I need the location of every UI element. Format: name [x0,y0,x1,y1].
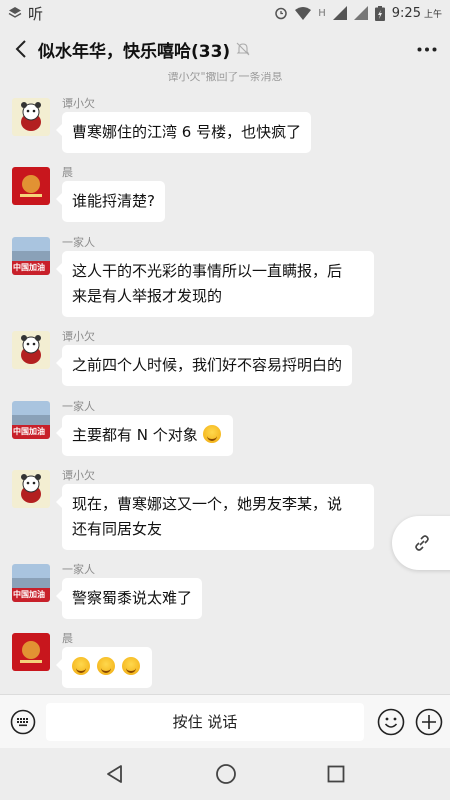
avatar-caption: 中国加油 [13,427,45,436]
alarm-icon [275,7,287,20]
sender-name: 晨 [62,166,73,179]
avatar[interactable] [12,331,50,369]
hold-to-talk-button[interactable]: 按住 说话 [46,702,364,741]
clock-ampm: 上午 [423,9,442,20]
keyboard-icon [10,709,36,734]
chat-area[interactable]: 谭小欠"撤回了一条消息 谭小欠 曹寒娜住的江湾 6 号楼，也快疯了 晨 谁能捋清… [0,72,450,692]
message-bubble[interactable]: 主要都有 N 个对象 [56,415,233,456]
mute-icon [236,42,250,56]
message-bubble[interactable]: 之前四个人时候，我们好不容易捋明白的 [55,345,353,386]
avatar[interactable]: 中国加油 [12,401,50,439]
avatar[interactable] [12,633,50,671]
system-message: 谭小欠"撤回了一条消息 [167,72,283,83]
nav-back-icon[interactable] [105,764,125,784]
message-line: 现在，曹寒娜这又一个，她男友李某，说 [72,495,343,513]
network-type: H [318,7,326,19]
message-line: 来是有人举报才发现的 [72,287,223,305]
message-bubble[interactable]: 现在，曹寒娜这又一个，她男友李某，说 还有同居女友 [56,484,374,550]
sender-name: 一家人 [62,563,95,576]
floating-link-button[interactable] [392,516,450,570]
signal-icon [332,6,347,20]
avatar-caption: 中国加油 [13,263,45,272]
link-icon [415,535,429,551]
signal-2-icon [353,6,368,20]
back-button[interactable] [4,26,38,72]
plus-icon [415,708,443,735]
more-icon [417,47,437,51]
message-line: 还有同居女友 [72,520,163,538]
sender-name: 晨 [62,632,73,645]
flag-avatar-icon [12,167,50,205]
emoji-button[interactable] [372,708,410,736]
avatar-caption: 中国加油 [13,590,45,599]
avatar[interactable]: 中国加油 [12,237,50,275]
smirk-emoji-icon [72,657,90,675]
message-bubble[interactable]: 这人干的不光彩的事情所以一直瞒报，后 来是有人举报才发现的 [56,251,374,317]
nav-recent-icon[interactable] [327,765,345,783]
app-glyph: 听 [28,4,44,23]
more-button[interactable] [404,26,450,72]
plus-button[interactable] [410,708,448,736]
battery-icon [374,5,385,21]
avatar[interactable]: 中国加油 [12,564,50,602]
system-nav-bar [0,748,450,800]
wifi-icon [295,6,312,20]
emoji-icon [377,708,405,735]
keyboard-button[interactable] [0,709,46,735]
message-line: 这人干的不光彩的事情所以一直瞒报，后 [72,262,343,280]
avatar[interactable] [12,167,50,205]
message-bubble[interactable] [56,647,152,688]
back-arrow-icon [15,40,26,58]
chat-header: 似水年华，快乐嘻哈(33) [0,26,450,72]
message-bubble[interactable]: 谁能捋清楚? [56,181,165,222]
sender-name: 谭小欠 [62,469,95,482]
sender-name: 一家人 [62,236,95,249]
sender-name: 谭小欠 [62,330,95,343]
avatar[interactable] [12,98,50,136]
avatar[interactable] [12,470,50,508]
message-bubble[interactable]: 警察蜀黍说太难了 [55,578,203,619]
cartoon-avatar-icon [12,331,50,369]
nav-home-icon[interactable] [215,763,237,785]
smirk-emoji-icon [121,657,140,675]
emoji-icon [202,425,221,443]
cartoon-avatar-icon [12,98,50,136]
flag-avatar-icon [12,633,50,671]
sender-name: 谭小欠 [62,97,95,110]
message-text: 主要都有 N 个对象 [72,426,198,444]
input-bar: 按住 说话 [0,694,450,748]
layers-icon [8,7,22,18]
sender-name: 一家人 [62,400,95,413]
clock: 9:25 [391,5,421,21]
smirk-emoji-icon [96,657,115,675]
message-bubble[interactable]: 曹寒娜住的江湾 6 号楼，也快疯了 [55,112,312,153]
cartoon-avatar-icon [12,470,50,508]
chat-title: 似水年华，快乐嘻哈(33) [38,41,231,62]
status-bar: 听 H 9:25 上午 [0,0,450,26]
